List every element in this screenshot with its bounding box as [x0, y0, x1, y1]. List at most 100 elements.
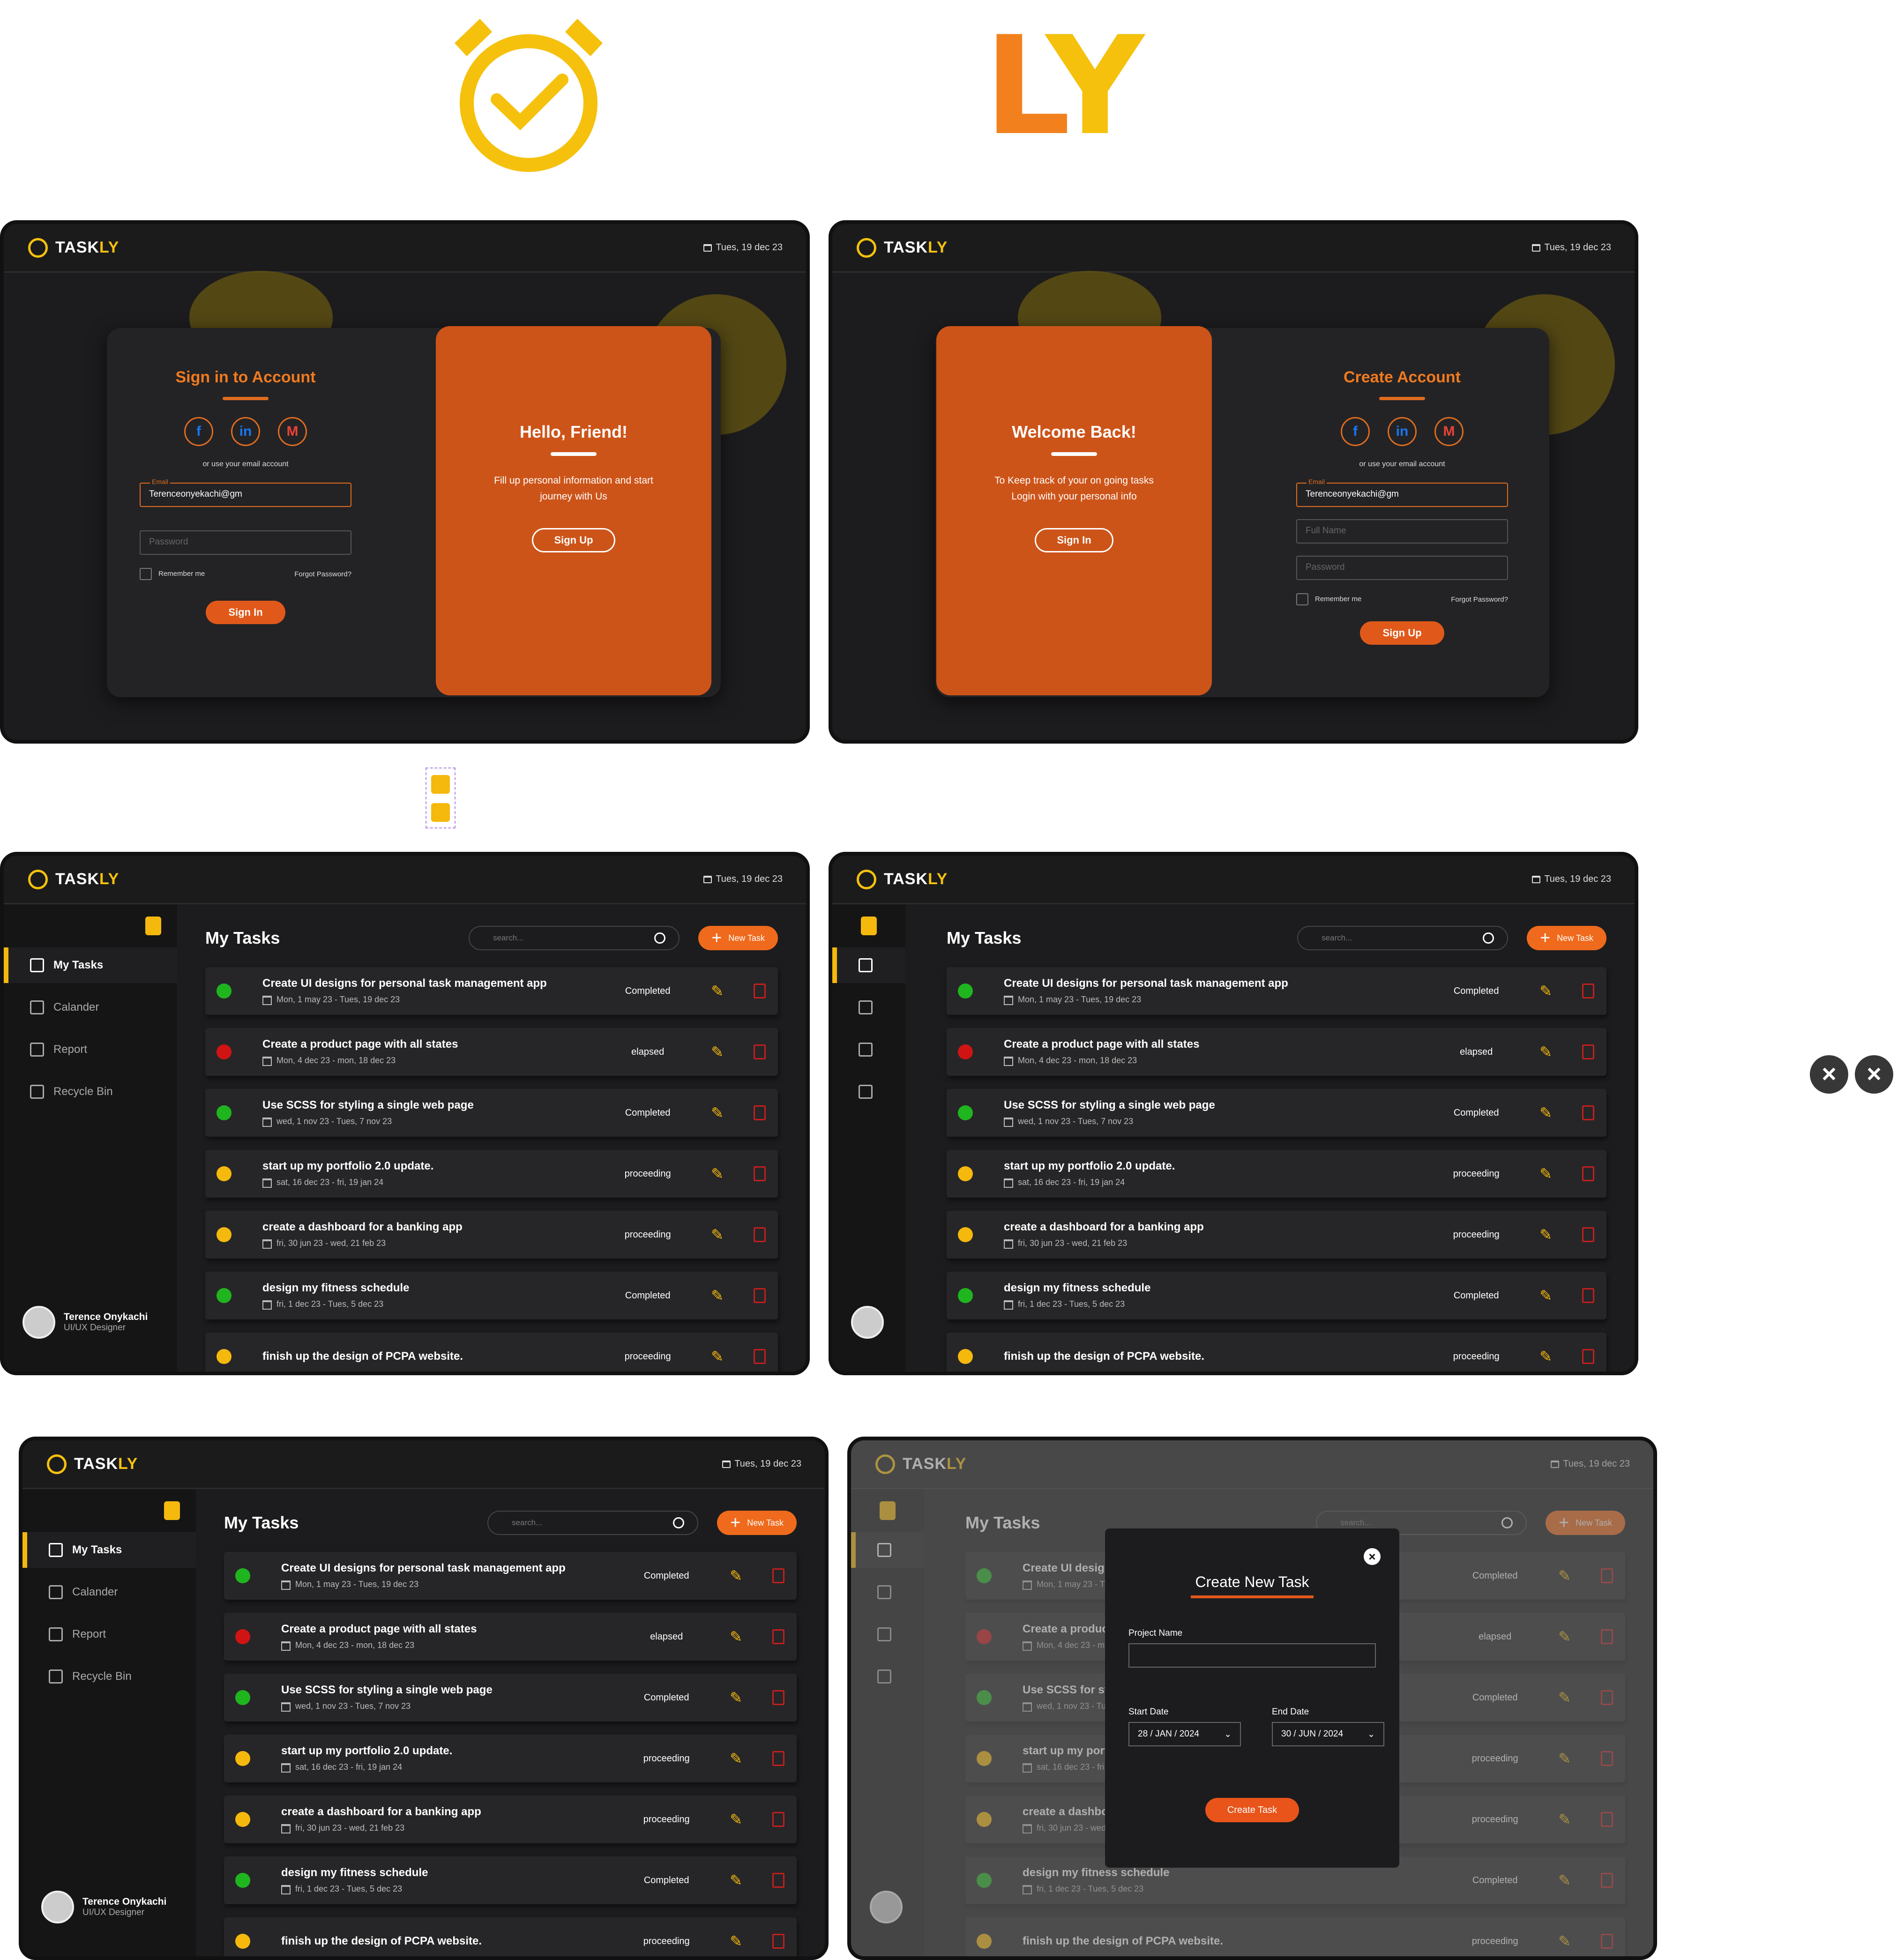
edit-icon[interactable]: ✎	[1539, 1043, 1552, 1061]
new-task-button[interactable]: +New Task	[698, 926, 778, 950]
task-row[interactable]: Use SCSS for styling a single web page we…	[224, 1674, 797, 1722]
expand-icon[interactable]	[431, 775, 450, 794]
task-row[interactable]: Create UI designs for personal task mana…	[947, 967, 1606, 1015]
sidebar-item-calander[interactable]: Calander	[4, 990, 177, 1025]
delete-icon[interactable]	[1582, 1105, 1594, 1120]
gmail-icon[interactable]: M	[278, 417, 307, 446]
delete-icon[interactable]	[754, 1227, 766, 1242]
new-task-button[interactable]: +New Task	[717, 1511, 797, 1535]
search-icon[interactable]	[673, 1517, 685, 1528]
sidebar-item-report[interactable]	[832, 1032, 905, 1067]
edit-icon[interactable]: ✎	[730, 1567, 742, 1585]
edit-icon[interactable]: ✎	[1539, 1104, 1552, 1122]
forgot-password-link[interactable]: Forgot Password?	[294, 570, 351, 578]
sidebar-item-recycle-bin[interactable]: Recycle Bin	[22, 1659, 196, 1694]
user-profile[interactable]	[851, 1306, 884, 1339]
collapse-sidebar-icon[interactable]	[164, 1501, 180, 1520]
task-row[interactable]: finish up the design of PCPA website. pro…	[205, 1333, 778, 1371]
password-field[interactable]: Password	[1296, 556, 1508, 580]
signin-button[interactable]: Sign In	[206, 601, 285, 624]
task-row[interactable]: Create a product page with all states Mon…	[224, 1613, 797, 1661]
delete-icon[interactable]	[772, 1690, 784, 1705]
search-input[interactable]: search...	[469, 926, 680, 950]
signup-button[interactable]: Sign Up	[1360, 621, 1444, 645]
edit-icon[interactable]: ✎	[711, 1104, 724, 1122]
delete-icon[interactable]	[772, 1629, 784, 1644]
linkedin-icon[interactable]: in	[1388, 417, 1417, 446]
new-task-button[interactable]: +New Task	[1527, 926, 1606, 950]
edit-icon[interactable]: ✎	[711, 1348, 724, 1365]
sidebar-item-my-tasks[interactable]: My Tasks	[22, 1532, 196, 1568]
task-row[interactable]: start up my portfolio 2.0 update. sat, 16…	[224, 1735, 797, 1782]
edit-icon[interactable]: ✎	[730, 1811, 742, 1828]
forgot-password-link[interactable]: Forgot Password?	[1451, 596, 1508, 604]
edit-icon[interactable]: ✎	[711, 1226, 724, 1244]
create-task-button[interactable]: Create Task	[1205, 1798, 1299, 1822]
search-icon[interactable]	[1483, 932, 1494, 944]
sidebar-item-recycle-bin[interactable]: Recycle Bin	[4, 1074, 177, 1110]
user-profile[interactable]: Terence Onykachi UI/UX Designer	[22, 1306, 148, 1339]
task-row[interactable]: design my fitness schedule fri, 1 dec 23 …	[205, 1272, 778, 1319]
delete-icon[interactable]	[1582, 984, 1594, 999]
task-row[interactable]: create a dashboard for a banking app fri,…	[224, 1796, 797, 1843]
task-row[interactable]: design my fitness schedule fri, 1 dec 23 …	[224, 1856, 797, 1904]
expand-sidebar-icon[interactable]	[861, 917, 877, 935]
facebook-icon[interactable]: f	[184, 417, 213, 446]
fullname-field[interactable]: Full Name	[1296, 519, 1508, 544]
start-date-select[interactable]: 28 / JAN / 2024 ⌄	[1128, 1722, 1241, 1746]
delete-icon[interactable]	[754, 1044, 766, 1059]
edit-icon[interactable]: ✎	[1539, 1287, 1552, 1304]
delete-icon[interactable]	[1582, 1166, 1594, 1181]
signin-button[interactable]: Sign In	[1035, 528, 1113, 552]
task-row[interactable]: Use SCSS for styling a single web page we…	[947, 1089, 1606, 1137]
gmail-icon[interactable]: M	[1434, 417, 1464, 446]
edit-icon[interactable]: ✎	[730, 1750, 742, 1767]
edit-icon[interactable]: ✎	[730, 1871, 742, 1889]
edit-icon[interactable]: ✎	[711, 1043, 724, 1061]
delete-icon[interactable]	[754, 1166, 766, 1181]
project-name-input[interactable]	[1128, 1643, 1376, 1668]
sidebar-item-recycle-bin[interactable]	[832, 1074, 905, 1110]
close-icon[interactable]: ×	[1855, 1055, 1893, 1094]
remember-checkbox[interactable]: Remember me	[140, 568, 205, 580]
task-row[interactable]: start up my portfolio 2.0 update. sat, 16…	[205, 1150, 778, 1198]
email-field[interactable]: Email Terenceonyekachi@gm	[1296, 478, 1508, 507]
password-field[interactable]: Password	[140, 530, 351, 555]
edit-icon[interactable]: ✎	[711, 1287, 724, 1304]
delete-icon[interactable]	[754, 1288, 766, 1303]
email-field[interactable]: Email Terenceonyekachi@gm	[140, 478, 351, 507]
edit-icon[interactable]: ✎	[1539, 1165, 1552, 1183]
delete-icon[interactable]	[1582, 1227, 1594, 1242]
task-row[interactable]: design my fitness schedule fri, 1 dec 23 …	[947, 1272, 1606, 1319]
delete-icon[interactable]	[1582, 1349, 1594, 1364]
delete-icon[interactable]	[754, 984, 766, 999]
task-row[interactable]: create a dashboard for a banking app fri,…	[947, 1211, 1606, 1259]
delete-icon[interactable]	[772, 1751, 784, 1766]
delete-icon[interactable]	[1582, 1288, 1594, 1303]
sidebar-item-calander[interactable]	[832, 990, 905, 1025]
search-input[interactable]: search...	[487, 1511, 699, 1535]
edit-icon[interactable]: ✎	[730, 1628, 742, 1646]
task-row[interactable]: start up my portfolio 2.0 update. sat, 16…	[947, 1150, 1606, 1198]
sidebar-item-report[interactable]: Report	[22, 1617, 196, 1652]
sidebar-item-my-tasks[interactable]: My Tasks	[4, 947, 177, 983]
delete-icon[interactable]	[1582, 1044, 1594, 1059]
signup-button[interactable]: Sign Up	[532, 528, 615, 552]
sidebar-item-my-tasks[interactable]	[832, 947, 905, 983]
delete-icon[interactable]	[772, 1568, 784, 1583]
user-profile[interactable]: Terence Onykachi UI/UX Designer	[41, 1891, 166, 1923]
collapse-sidebar-icon[interactable]	[145, 917, 161, 935]
edit-icon[interactable]: ✎	[1539, 982, 1552, 1000]
close-icon[interactable]: ×	[1364, 1548, 1381, 1565]
edit-icon[interactable]: ✎	[711, 982, 724, 1000]
end-date-select[interactable]: 30 / JUN / 2024 ⌄	[1272, 1722, 1384, 1746]
delete-icon[interactable]	[772, 1873, 784, 1888]
edit-icon[interactable]: ✎	[730, 1932, 742, 1950]
search-icon[interactable]	[654, 932, 666, 944]
delete-icon[interactable]	[772, 1934, 784, 1949]
collapse-icon[interactable]	[431, 803, 450, 822]
sidebar-item-report[interactable]: Report	[4, 1032, 177, 1067]
remember-checkbox[interactable]: Remember me	[1296, 593, 1361, 605]
task-row[interactable]: create a dashboard for a banking app fri,…	[205, 1211, 778, 1259]
task-row[interactable]: Use SCSS for styling a single web page we…	[205, 1089, 778, 1137]
